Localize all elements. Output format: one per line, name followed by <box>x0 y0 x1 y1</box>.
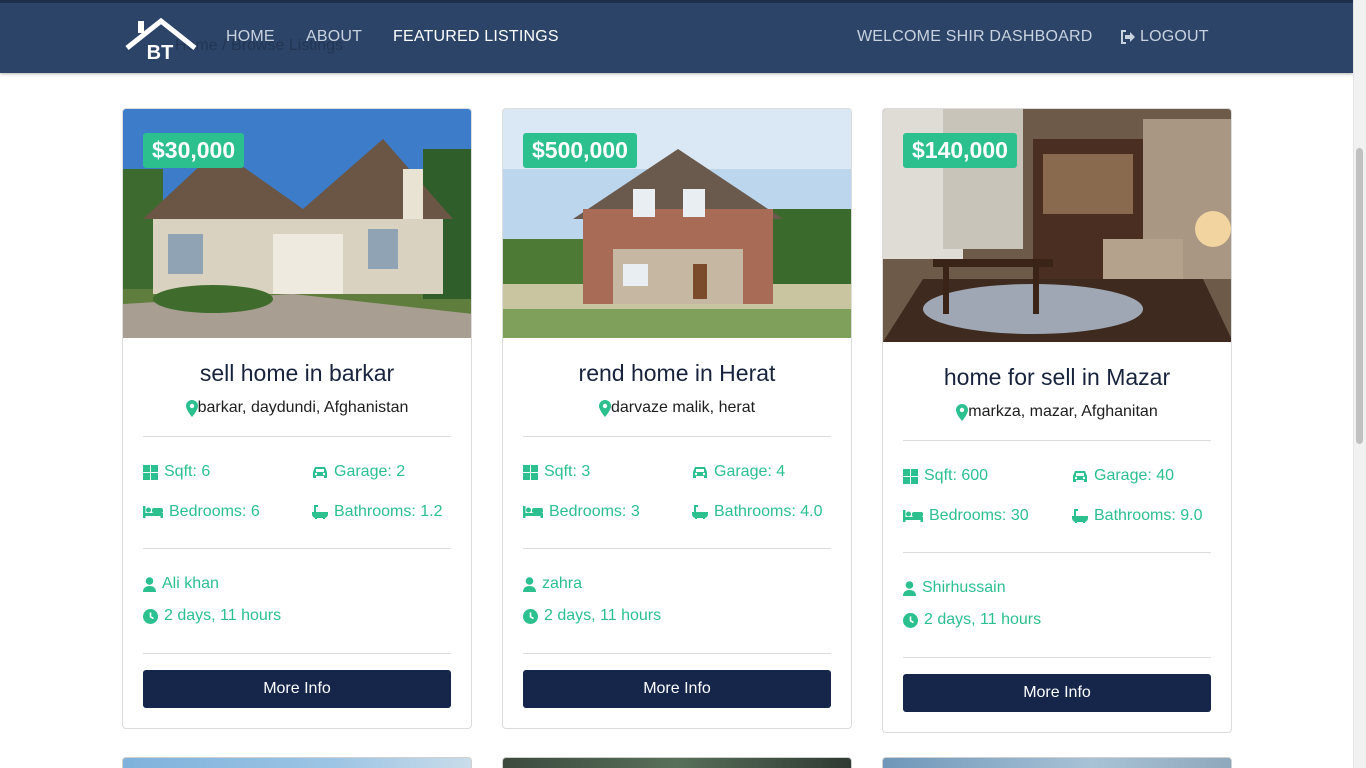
listing-date: 2 days, 11 hours <box>523 607 831 625</box>
spec-bedrooms: Bedrooms: 30 <box>903 507 1072 525</box>
map-marker-icon <box>185 399 198 417</box>
listing-title: rend home in Herat <box>578 360 776 386</box>
listing-photo[interactable]: $500,000 <box>503 109 851 338</box>
listing-card: $500,000 rend home in Herat darvaze mali… <box>502 108 852 729</box>
price-badge: $140,000 <box>903 133 1017 168</box>
spec-garage: Garage: 2 <box>312 463 451 481</box>
more-info-button[interactable]: More Info <box>903 674 1211 712</box>
logout-icon <box>1120 30 1135 44</box>
spec-garage: Garage: 40 <box>1072 467 1211 485</box>
listing-title: sell home in barkar <box>199 360 395 386</box>
spec-sqft: Sqft: 6 <box>143 463 312 481</box>
realtor-name: zahra <box>542 575 583 592</box>
price-badge: $30,000 <box>143 133 245 168</box>
bath-icon <box>692 505 708 519</box>
realtor-name: Shirhussain <box>922 579 1006 596</box>
listing-card-peek[interactable] <box>882 757 1232 768</box>
logo-text: BT <box>147 42 174 62</box>
nav-logout[interactable]: LOGOUT <box>1120 28 1209 46</box>
listing-date: 2 days, 11 hours <box>903 611 1211 629</box>
bed-icon <box>903 510 923 522</box>
clock-icon <box>143 608 158 624</box>
logo-house-icon: BT <box>125 17 197 64</box>
garage-value: Garage: 40 <box>1094 467 1175 484</box>
listing-location: barkar, daydundi, Afghanistan <box>143 399 451 417</box>
listing-title: home for sell in Mazar <box>943 364 1171 390</box>
spec-sqft: Sqft: 600 <box>903 467 1072 485</box>
user-icon <box>143 576 156 592</box>
bath-icon <box>312 505 328 519</box>
car-icon <box>1072 470 1088 483</box>
nav-welcome-dashboard[interactable]: WELCOME SHIR DASHBOARD <box>857 28 1093 46</box>
divider <box>523 653 831 654</box>
listing-card-peek[interactable] <box>502 757 852 768</box>
listing-card-peek[interactable] <box>122 757 472 768</box>
listing-location: darvaze malik, herat <box>523 399 831 417</box>
bed-icon <box>523 506 543 518</box>
listing-realtor: Ali khan <box>143 575 451 593</box>
car-icon <box>692 466 708 479</box>
location-text: darvaze malik, herat <box>610 399 756 416</box>
spec-bedrooms: Bedrooms: 6 <box>143 503 312 521</box>
listing-realtor: zahra <box>523 575 831 593</box>
listing-card: $140,000 home for sell in Mazar markza, … <box>882 108 1232 733</box>
bed-icon <box>143 506 163 518</box>
map-marker-icon <box>598 399 611 417</box>
listed-time: 2 days, 11 hours <box>544 607 662 624</box>
grid-icon <box>903 468 918 484</box>
realtor-name: Ali khan <box>162 575 219 592</box>
scrollbar-thumb[interactable] <box>1356 148 1363 444</box>
price-badge: $500,000 <box>523 133 637 168</box>
bedrooms-value: Bedrooms: 6 <box>169 503 260 520</box>
logo[interactable]: BT <box>124 17 198 64</box>
nav-about[interactable]: ABOUT <box>306 28 362 46</box>
user-icon <box>523 576 536 592</box>
spec-bedrooms: Bedrooms: 3 <box>523 503 692 521</box>
location-text: barkar, daydundi, Afghanistan <box>197 399 409 416</box>
bath-icon <box>1072 509 1088 523</box>
sqft-value: Sqft: 600 <box>924 467 989 484</box>
listing-card: $30,000 sell home in barkar barkar, dayd… <box>122 108 472 729</box>
clock-icon <box>903 612 918 628</box>
spec-bathrooms: Bathrooms: 9.0 <box>1072 507 1211 525</box>
bathrooms-value: Bathrooms: 9.0 <box>1094 507 1203 524</box>
location-text: markza, mazar, Afghanitan <box>968 403 1158 420</box>
bathrooms-value: Bathrooms: 1.2 <box>334 503 443 520</box>
bedrooms-value: Bedrooms: 30 <box>929 507 1029 524</box>
listed-time: 2 days, 11 hours <box>924 611 1042 628</box>
logout-label: LOGOUT <box>1140 28 1209 45</box>
garage-value: Garage: 2 <box>334 463 406 480</box>
listing-photo[interactable]: $140,000 <box>883 109 1231 342</box>
nav-featured-listings[interactable]: FEATURED LISTINGS <box>393 28 559 46</box>
spec-bathrooms: Bathrooms: 1.2 <box>312 503 451 521</box>
grid-icon <box>143 464 158 480</box>
bedrooms-value: Bedrooms: 3 <box>549 503 640 520</box>
divider <box>143 653 451 654</box>
more-info-button[interactable]: More Info <box>143 670 451 708</box>
nav-home[interactable]: HOME <box>226 28 275 46</box>
clock-icon <box>523 608 538 624</box>
user-icon <box>903 580 916 596</box>
listing-photo[interactable]: $30,000 <box>123 109 471 338</box>
grid-icon <box>523 464 538 480</box>
sqft-value: Sqft: 3 <box>544 463 591 480</box>
map-marker-icon <box>956 403 969 421</box>
more-info-button[interactable]: More Info <box>523 670 831 708</box>
spec-bathrooms: Bathrooms: 4.0 <box>692 503 831 521</box>
listing-realtor: Shirhussain <box>903 579 1211 597</box>
listed-time: 2 days, 11 hours <box>164 607 282 624</box>
sqft-value: Sqft: 6 <box>164 463 211 480</box>
divider <box>903 657 1211 658</box>
car-icon <box>312 466 328 479</box>
spec-garage: Garage: 4 <box>692 463 831 481</box>
navbar: Home / Browse Listings BT HOME ABOUT FEA… <box>0 0 1353 73</box>
listing-date: 2 days, 11 hours <box>143 607 451 625</box>
spec-sqft: Sqft: 3 <box>523 463 692 481</box>
garage-value: Garage: 4 <box>714 463 786 480</box>
bathrooms-value: Bathrooms: 4.0 <box>714 503 823 520</box>
listing-location: markza, mazar, Afghanitan <box>903 403 1211 421</box>
